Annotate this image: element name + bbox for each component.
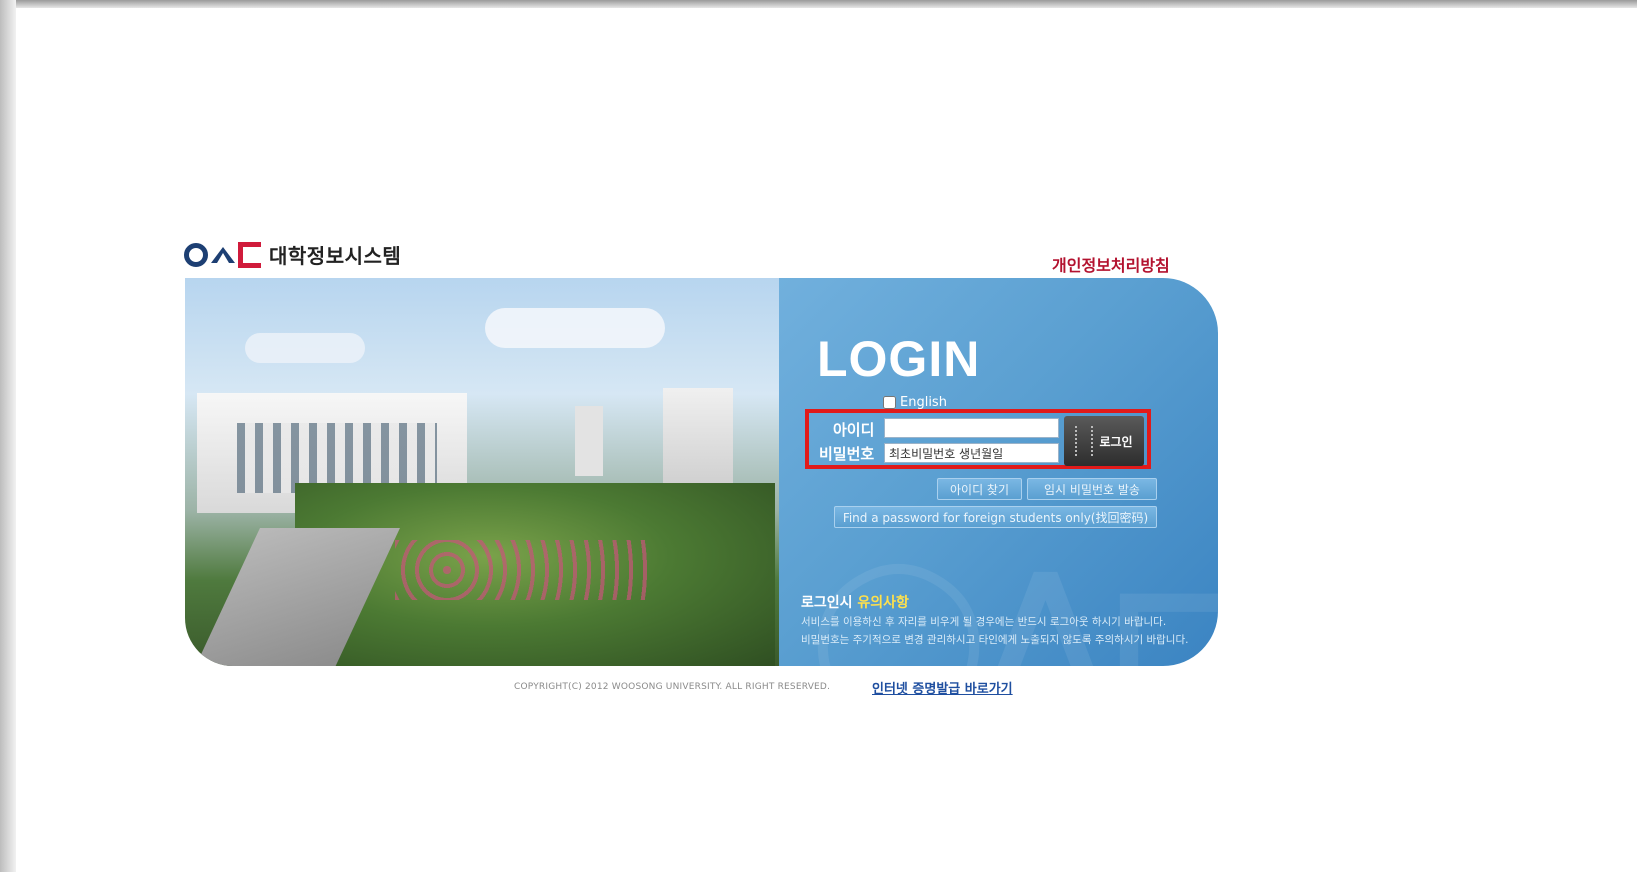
- id-label: 아이디: [833, 421, 875, 439]
- find-id-button[interactable]: 아이디 찾기: [937, 478, 1022, 500]
- notice-title: 로그인시 유의사항: [801, 592, 909, 612]
- building-right: [663, 388, 733, 488]
- password-input[interactable]: [884, 443, 1059, 463]
- english-label: English: [900, 395, 947, 410]
- logo-icon: [184, 241, 261, 268]
- copyright-text: COPYRIGHT(C) 2012 WOOSONG UNIVERSITY. AL…: [514, 682, 831, 692]
- notice-line: 서비스를 이용하신 후 자리를 비우게 될 경우에는 반드시 로그아웃 하시기 …: [801, 616, 1167, 628]
- cloud: [485, 308, 665, 348]
- temp-password-button[interactable]: 임시 비밀번호 발송: [1027, 478, 1157, 500]
- system-name: 대학정보시스템: [269, 244, 402, 268]
- logo-o-shape: [184, 242, 208, 267]
- campus-photo: [185, 278, 779, 666]
- notice-title-highlight: 유의사항: [857, 595, 909, 611]
- key-icon: [1075, 426, 1094, 456]
- login-form-area: ◯⋀⊏ LOGIN English 아이디 비밀번호 로그인 아이디 찾기 임시…: [779, 278, 1218, 666]
- university-logo: 대학정보시스템: [184, 240, 401, 269]
- password-label: 비밀번호: [819, 445, 875, 463]
- cloud: [245, 333, 365, 363]
- building-tower: [575, 406, 603, 476]
- english-toggle[interactable]: English: [883, 395, 947, 410]
- window-top-shadow: [0, 0, 1637, 8]
- login-button-label: 로그인: [1099, 434, 1133, 449]
- notice-title-prefix: 로그인시: [801, 595, 853, 611]
- id-input[interactable]: [884, 418, 1059, 438]
- notice-line: 비밀번호는 주기적으로 변경 관리하시고 타인에게 노출되지 않도록 주의하시기…: [801, 634, 1189, 646]
- privacy-policy-link[interactable]: 개인정보처리방침: [1052, 252, 1170, 276]
- login-button[interactable]: 로그인: [1064, 416, 1144, 466]
- english-checkbox[interactable]: [883, 396, 896, 409]
- foreign-password-button[interactable]: Find a password for foreign students onl…: [834, 506, 1157, 528]
- flower-beds: [395, 540, 655, 600]
- window-left-shadow: [0, 0, 16, 872]
- certificate-issue-link[interactable]: 인터넷 증명발급 바로가기: [872, 678, 1013, 697]
- login-title: LOGIN: [817, 331, 981, 387]
- logo-c-shape: [238, 241, 261, 268]
- login-panel: ◯⋀⊏ LOGIN English 아이디 비밀번호 로그인 아이디 찾기 임시…: [185, 278, 1218, 666]
- logo-a-shape: [211, 246, 235, 263]
